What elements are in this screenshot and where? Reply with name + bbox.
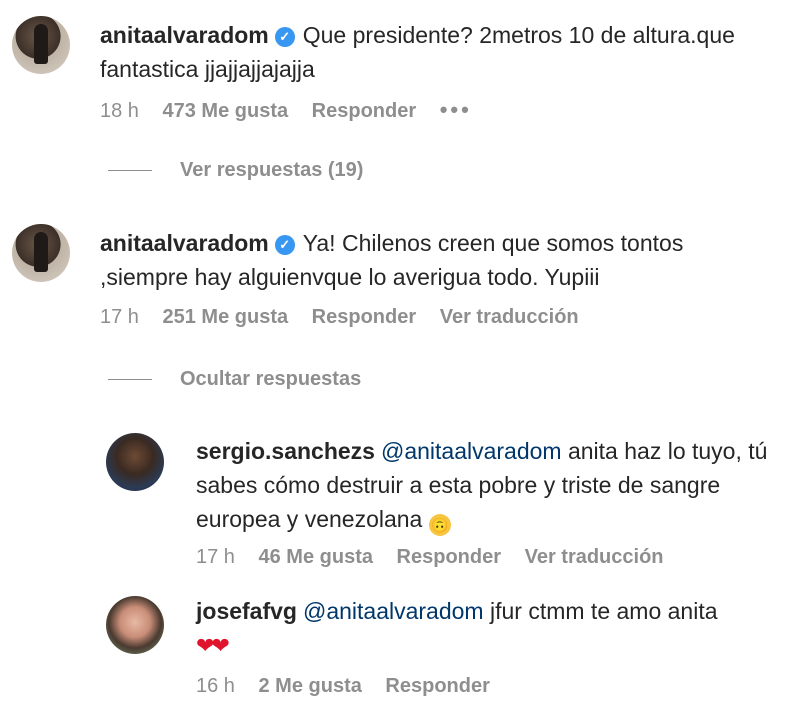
hide-replies-toggle[interactable]: Ocultar respuestas — [108, 368, 361, 391]
translate-button[interactable]: Ver traducción — [525, 546, 664, 568]
reply-text: sergio.sanchezs @anitaalvaradom anita haz… — [196, 434, 796, 536]
view-replies-toggle[interactable]: Ver respuestas (19) — [108, 159, 363, 182]
timestamp[interactable]: 16 h — [196, 675, 235, 697]
verified-badge-icon: ✓ — [274, 27, 295, 47]
reply-button[interactable]: Responder — [312, 306, 416, 328]
username-link[interactable]: josefafvg — [196, 598, 297, 624]
likes-count[interactable]: 2 Me gusta — [259, 675, 362, 697]
reply-meta: 17 h 46 Me gusta Responder Ver traducció… — [196, 546, 682, 569]
mention-link[interactable]: @anitaalvaradom — [381, 438, 562, 464]
avatar[interactable] — [106, 596, 164, 654]
likes-count[interactable]: 46 Me gusta — [259, 546, 373, 568]
toggle-label: Ocultar respuestas — [180, 368, 362, 390]
username-link[interactable]: anitaalvaradom — [100, 230, 269, 256]
likes-count[interactable]: 251 Me gusta — [163, 306, 289, 328]
comment-meta: 18 h 473 Me gusta Responder ••• — [100, 97, 490, 123]
more-options-icon[interactable]: ••• — [440, 97, 472, 122]
reply-button[interactable]: Responder — [312, 100, 416, 122]
mention-link[interactable]: @anitaalvaradom — [303, 598, 484, 624]
divider-line — [108, 379, 152, 381]
reply-button[interactable]: Responder — [397, 546, 501, 568]
divider-line — [108, 170, 152, 172]
avatar[interactable] — [12, 224, 70, 282]
reply-button[interactable]: Responder — [385, 675, 489, 697]
comment-text: anitaalvaradom ✓ Que presidente? 2metros 1… — [100, 18, 760, 86]
reply-meta: 16 h 2 Me gusta Responder — [196, 675, 508, 698]
username-link[interactable]: anitaalvaradom — [100, 22, 269, 48]
hearts-emoji-icon: ❤❤ — [196, 633, 230, 658]
timestamp[interactable]: 17 h — [100, 306, 139, 328]
avatar[interactable] — [106, 433, 164, 491]
avatar[interactable] — [12, 16, 70, 74]
likes-count[interactable]: 473 Me gusta — [163, 100, 289, 122]
reply-body: jfur ctmm te amo anita — [489, 598, 718, 624]
comment-text: anitaalvaradom ✓ Ya! Chilenos creen que so… — [100, 226, 760, 294]
verified-badge-icon: ✓ — [274, 235, 295, 255]
timestamp[interactable]: 17 h — [196, 546, 235, 568]
upside-down-face-emoji-icon: 🙃 — [428, 514, 451, 536]
reply-text: josefafvg @anitaalvaradom jfur ctmm te am… — [196, 594, 796, 663]
comment-meta: 17 h 251 Me gusta Responder Ver traducci… — [100, 306, 597, 329]
toggle-label: Ver respuestas (19) — [180, 159, 364, 181]
translate-button[interactable]: Ver traducción — [440, 306, 579, 328]
timestamp[interactable]: 18 h — [100, 100, 139, 122]
username-link[interactable]: sergio.sanchezs — [196, 438, 375, 464]
